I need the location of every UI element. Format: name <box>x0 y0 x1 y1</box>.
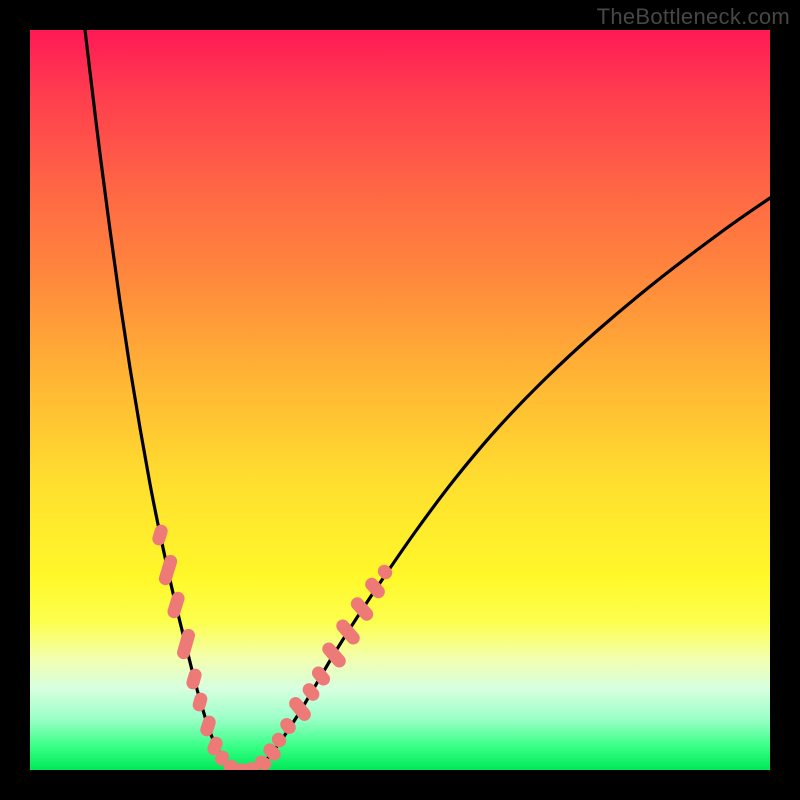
data-marker <box>185 668 202 691</box>
plot-area <box>30 30 770 770</box>
curve-svg <box>30 30 770 770</box>
data-marker <box>301 681 322 703</box>
watermark-text: TheBottleneck.com <box>597 4 790 30</box>
chart-frame: TheBottleneck.com <box>0 0 800 800</box>
data-marker <box>310 664 332 687</box>
data-marker <box>320 640 347 669</box>
data-marker <box>176 628 196 660</box>
data-marker <box>158 554 178 586</box>
bottleneck-curve <box>85 30 770 770</box>
data-marker <box>334 617 361 646</box>
data-marker <box>166 591 185 619</box>
data-marker <box>349 595 375 622</box>
data-marker <box>192 692 208 713</box>
data-marker <box>199 715 217 738</box>
data-marker <box>151 524 168 547</box>
marker-layer <box>151 524 394 770</box>
